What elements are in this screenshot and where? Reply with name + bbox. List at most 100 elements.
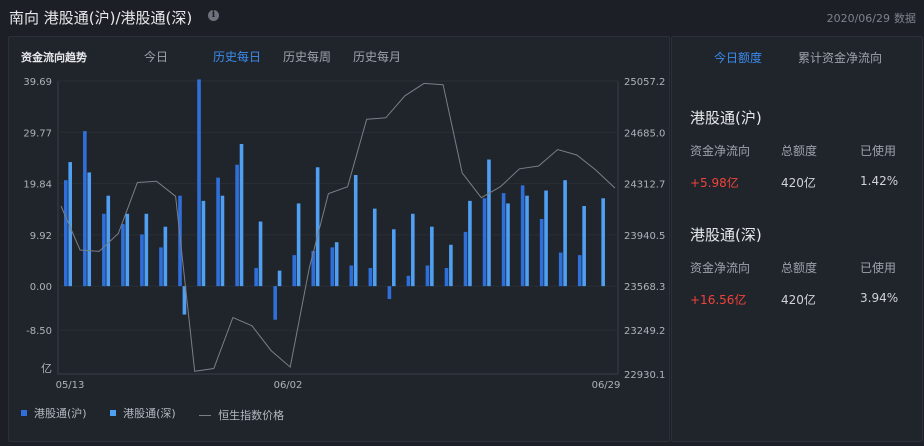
info-icon[interactable]: i — [208, 10, 219, 21]
y-right-tick-label: 24685.0 — [624, 128, 665, 139]
bar-sz — [201, 200, 206, 287]
legend-item-hsi[interactable]: 恒生指数价格 — [199, 407, 284, 423]
y-right-tick-label: 25057.2 — [624, 77, 665, 88]
bar-sz — [87, 172, 92, 287]
y-left-tick-label: 39.69 — [23, 77, 52, 88]
tab-today[interactable]: 今日 — [144, 48, 168, 65]
bar-sh — [330, 247, 335, 287]
bar-sh — [102, 213, 106, 287]
tab-history-weekly[interactable]: 历史每周 — [283, 48, 331, 65]
bar-sz — [525, 195, 529, 287]
hsi-price-line — [60, 82, 616, 372]
quota-side-panel: 今日额度 累计资金净流向 港股通(沪) 资金净流向 总额度 已使用 +5.98亿… — [671, 36, 923, 442]
tab-cumulative-flow[interactable]: 累计资金净流向 — [798, 49, 882, 66]
bar-sz — [220, 195, 225, 287]
y-right-tick-label: 23568.3 — [624, 282, 665, 293]
bar-sh — [520, 185, 525, 287]
bar-sz — [430, 226, 434, 287]
tab-history-monthly[interactable]: 历史每月 — [353, 48, 401, 65]
bar-sh — [254, 268, 258, 287]
page-title: 南向 港股通(沪)/港股通(深) — [9, 9, 193, 27]
quota-title-sh: 港股通(沪) — [690, 109, 762, 127]
x-tick-label: 06/02 — [274, 380, 303, 391]
bar-sz — [239, 144, 244, 287]
bar-sh — [159, 247, 163, 287]
bar-sz — [258, 221, 263, 287]
chart-heading: 资金流向趋势 — [21, 51, 87, 64]
bar-sh — [444, 268, 449, 287]
capital-flow-chart-panel: 资金流向趋势 今日 历史每日 历史每周 历史每月 39.69 29.77 19.84… — [8, 36, 670, 442]
net-flow-value: +5.98亿 — [690, 176, 739, 190]
bar-sh — [64, 180, 68, 287]
bar-sz — [544, 190, 548, 287]
quota-title-sz: 港股通(深) — [690, 226, 762, 244]
bar-sz — [353, 175, 358, 287]
bar-sz — [487, 159, 491, 287]
bar-sh — [387, 286, 392, 300]
total-quota-label: 总额度 — [781, 144, 818, 158]
bar-sz — [163, 226, 168, 287]
date-suffix: 数据 — [894, 12, 916, 25]
bar-sz — [506, 203, 510, 287]
bar-sh — [273, 286, 277, 320]
bar-sh — [349, 265, 354, 287]
bar-sh — [577, 255, 582, 287]
bar-sh — [425, 265, 430, 287]
bar-sz — [563, 180, 567, 287]
page-header: 南向 港股通(沪)/港股通(深) i 2020/06/29 数据 — [0, 0, 924, 32]
used-label: 已使用 — [860, 261, 897, 275]
bar-sh — [216, 177, 220, 287]
y-right-tick-label: 22930.1 — [624, 370, 665, 381]
y-right-tick-label: 24312.7 — [624, 180, 665, 191]
y-left-unit-label: 亿 — [41, 362, 52, 375]
bar-sz — [582, 206, 586, 287]
bar-sh — [463, 231, 468, 287]
tab-today-quota[interactable]: 今日额度 — [714, 49, 762, 66]
bar-sh — [368, 268, 373, 287]
quota-block-sh: 港股通(沪) 资金净流向 总额度 已使用 +5.98亿 420亿 1.42% — [690, 107, 910, 192]
bar-sh — [83, 131, 87, 287]
chart-legend: 港股通(沪) 港股通(深) 恒生指数价格 — [21, 405, 304, 424]
bar-sh — [501, 193, 506, 287]
capital-flow-chart: 39.69 29.77 19.84 9.92 0.00 -8.50 亿 25057.2 2468… — [23, 77, 665, 391]
legend-label-sz: 港股通(深) — [123, 406, 176, 420]
bar-sh — [292, 255, 297, 287]
bar-sz — [315, 167, 320, 287]
legend-item-sz[interactable]: 港股通(深) — [110, 405, 176, 421]
y-left-tick-label: 9.92 — [30, 231, 52, 242]
total-quota-value: 420亿 — [781, 293, 816, 307]
y-left-tick-label: 19.84 — [23, 180, 52, 191]
legend-item-sh[interactable]: 港股通(沪) — [21, 405, 87, 421]
quota-value-row-sh: +5.98亿 420亿 1.42% — [690, 174, 910, 192]
quota-block-sz: 港股通(深) 资金净流向 总额度 已使用 +16.56亿 420亿 3.94% — [690, 224, 910, 309]
legend-label-sh: 港股通(沪) — [34, 406, 87, 420]
bar-sz — [468, 200, 472, 287]
net-flow-label: 资金净流向 — [690, 261, 751, 275]
quota-header-row-sh: 资金净流向 总额度 已使用 — [690, 142, 910, 160]
bar-sh — [140, 234, 144, 287]
bar-sz — [391, 229, 396, 287]
x-tick-label: 05/13 — [56, 380, 85, 391]
chart-tabs: 资金流向趋势 今日 历史每日 历史每周 历史每月 — [9, 37, 669, 73]
legend-swatch-sh — [21, 409, 27, 416]
bar-sz — [277, 270, 282, 287]
y-left-tick-label: 0.00 — [30, 282, 52, 293]
bar-sz — [601, 198, 605, 287]
y-left-tick-label: -8.50 — [26, 326, 52, 337]
total-quota-label: 总额度 — [781, 261, 818, 275]
bar-sh — [406, 275, 411, 287]
bar-sh — [235, 164, 239, 287]
used-value: 3.94% — [860, 291, 899, 305]
bar-sh — [197, 79, 201, 287]
bar-sh — [121, 224, 125, 287]
total-quota-value: 420亿 — [781, 176, 816, 190]
x-tick-label: 06/29 — [592, 380, 621, 391]
bar-sh — [539, 218, 544, 287]
used-label: 已使用 — [860, 144, 897, 158]
net-flow-label: 资金净流向 — [690, 144, 751, 158]
bar-sz — [372, 208, 377, 287]
legend-label-hsi: 恒生指数价格 — [218, 409, 285, 422]
tab-history-daily[interactable]: 历史每日 — [213, 48, 261, 65]
bar-sz — [144, 213, 149, 287]
bar-sz — [449, 244, 453, 287]
